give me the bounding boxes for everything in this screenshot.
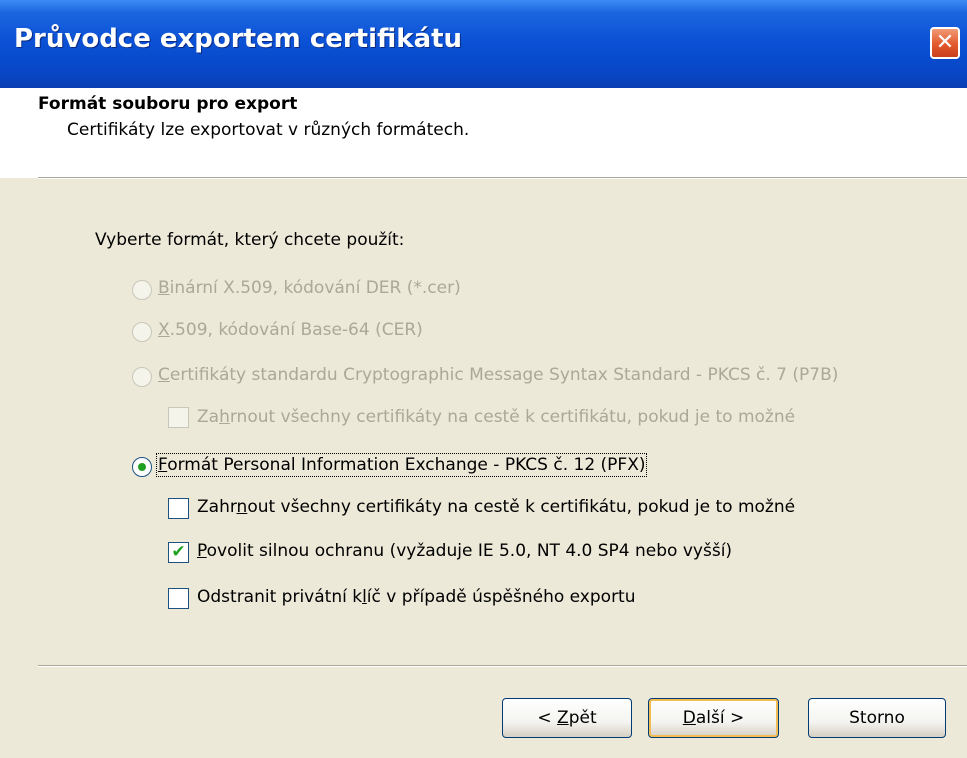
radio-selected-dot xyxy=(138,463,146,471)
label-part: ovolit silnou ochranu (vyžaduje IE 5.0, … xyxy=(206,541,733,561)
label-part: Odstranit privátní k xyxy=(197,587,363,607)
wizard-window: Průvodce exportem certifikátu ✕ Formát s… xyxy=(0,0,967,758)
label-part: rnout všechny certifikáty na cestě k cer… xyxy=(229,407,796,427)
page-title: Formát souboru pro export xyxy=(38,94,298,114)
label-part: Storno xyxy=(849,708,905,728)
header-divider xyxy=(38,177,967,179)
access-key: B xyxy=(158,278,170,298)
radio-pfx-label[interactable]: Formát Personal Information Exchange - P… xyxy=(155,453,648,477)
label-part: .509, kódování Base-64 (CER) xyxy=(169,320,423,340)
access-key: Z xyxy=(557,708,569,728)
next-button[interactable]: Další > xyxy=(648,698,779,738)
window-title: Průvodce exportem certifikátu xyxy=(14,24,463,54)
checkbox-pfx-include-label[interactable]: Zahrnout všechny certifikáty na cestě k … xyxy=(197,497,795,517)
access-key: D xyxy=(682,708,696,728)
label-part: < xyxy=(537,708,558,728)
access-key: F xyxy=(158,455,168,475)
format-prompt: Vyberte formát, který chcete použít: xyxy=(95,230,405,250)
radio-pkcs7[interactable] xyxy=(132,367,152,387)
label-part: ertifikáty standardu Cryptographic Messa… xyxy=(169,365,839,385)
access-key: X xyxy=(158,320,170,340)
title-bar[interactable]: Průvodce exportem certifikátu ✕ xyxy=(0,0,967,88)
radio-pfx[interactable] xyxy=(132,457,152,477)
radio-base64[interactable] xyxy=(132,322,152,342)
radio-der-label[interactable]: Binární X.509, kódování DER (*.cer) xyxy=(158,278,461,298)
checkbox-pkcs7-include-label[interactable]: Zahrnout všechny certifikáty na cestě k … xyxy=(197,407,795,427)
cancel-button[interactable]: Storno xyxy=(808,698,946,738)
label-part: íč v případě úspěšného exportu xyxy=(366,587,636,607)
checkbox-pfx-include[interactable] xyxy=(168,498,189,519)
label-part: pět xyxy=(568,708,597,728)
label-part: inární X.509, kódování DER (*.cer) xyxy=(169,278,461,298)
footer-divider xyxy=(38,665,967,667)
label-part: Zahr xyxy=(197,497,237,517)
checkbox-pkcs7-include[interactable] xyxy=(168,407,189,428)
access-key: n xyxy=(236,497,248,517)
radio-pkcs7-label[interactable]: Certifikáty standardu Cryptographic Mess… xyxy=(158,365,838,385)
back-button[interactable]: < Zpět xyxy=(502,698,632,738)
access-key: h xyxy=(219,407,230,427)
radio-der[interactable] xyxy=(132,280,152,300)
label-part: alší > xyxy=(695,708,745,728)
checkmark-icon: ✔ xyxy=(171,542,186,562)
label-part: Za xyxy=(197,407,220,427)
checkbox-delete-key-label[interactable]: Odstranit privátní klíč v případě úspěšn… xyxy=(197,587,636,607)
checkbox-strong-protection[interactable]: ✔ xyxy=(168,542,189,563)
checkbox-strong-protection-label[interactable]: Povolit silnou ochranu (vyžaduje IE 5.0,… xyxy=(197,541,732,561)
label-part: out všechny certifikáty na cestě k certi… xyxy=(247,497,796,517)
radio-base64-label[interactable]: X.509, kódování Base-64 (CER) xyxy=(158,320,423,340)
close-icon[interactable]: ✕ xyxy=(930,27,960,59)
access-key: C xyxy=(158,365,170,385)
checkbox-delete-key[interactable] xyxy=(168,588,189,609)
page-subtitle: Certifikáty lze exportovat v různých for… xyxy=(67,120,470,140)
label-part: ormát Personal Information Exchange - PK… xyxy=(167,455,646,475)
access-key: P xyxy=(197,541,207,561)
wizard-header: Formát souboru pro export Certifikáty lz… xyxy=(0,88,967,178)
